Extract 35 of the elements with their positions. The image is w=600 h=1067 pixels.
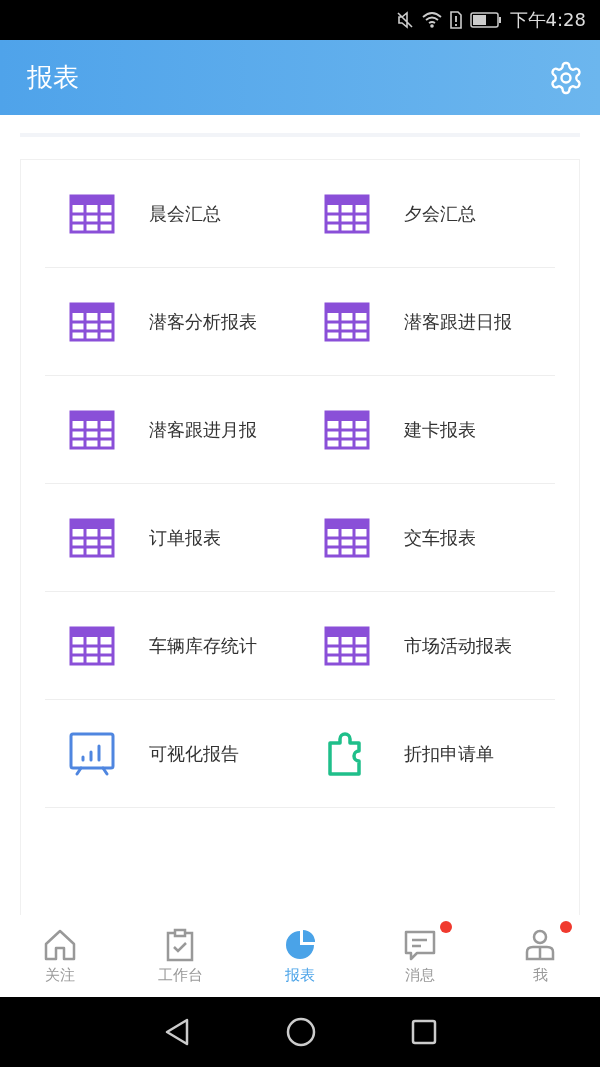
table-icon [69, 625, 115, 666]
home-button-icon[interactable] [286, 1017, 316, 1047]
report-link[interactable]: 潜客分析报表 [149, 309, 257, 334]
table-icon [69, 301, 115, 342]
table-icon [324, 625, 370, 666]
page-title: 报表 [27, 61, 79, 94]
report-link[interactable]: 潜客跟进月报 [149, 417, 257, 442]
home-icon [43, 927, 77, 962]
recents-icon[interactable] [411, 1019, 437, 1045]
presentation-chart-icon [69, 731, 115, 776]
report-link[interactable]: 夕会汇总 [404, 201, 476, 226]
sim-alert-icon [449, 11, 462, 29]
report-link[interactable]: 建卡报表 [404, 417, 476, 442]
report-link[interactable]: 折扣申请单 [404, 741, 494, 766]
table-icon [69, 517, 115, 558]
mute-icon [395, 11, 414, 29]
wifi-icon [421, 11, 442, 29]
report-link[interactable]: 车辆库存统计 [149, 633, 257, 658]
pie-chart-icon [283, 927, 317, 962]
report-link[interactable]: 订单报表 [149, 525, 221, 550]
table-icon [324, 301, 370, 342]
report-link[interactable]: 市场活动报表 [404, 633, 512, 658]
table-icon [324, 193, 370, 234]
back-icon[interactable] [163, 1017, 191, 1047]
status-time: 下午4:28 [509, 8, 586, 32]
person-icon [523, 927, 557, 962]
report-link[interactable]: 潜客跟进日报 [404, 309, 512, 334]
table-icon [69, 193, 115, 234]
table-icon [324, 409, 370, 450]
report-link[interactable]: 晨会汇总 [149, 201, 221, 226]
report-link[interactable]: 交车报表 [404, 525, 476, 550]
battery-icon [469, 12, 502, 28]
table-icon [69, 409, 115, 450]
table-icon [324, 517, 370, 558]
report-link[interactable]: 可视化报告 [149, 741, 239, 766]
